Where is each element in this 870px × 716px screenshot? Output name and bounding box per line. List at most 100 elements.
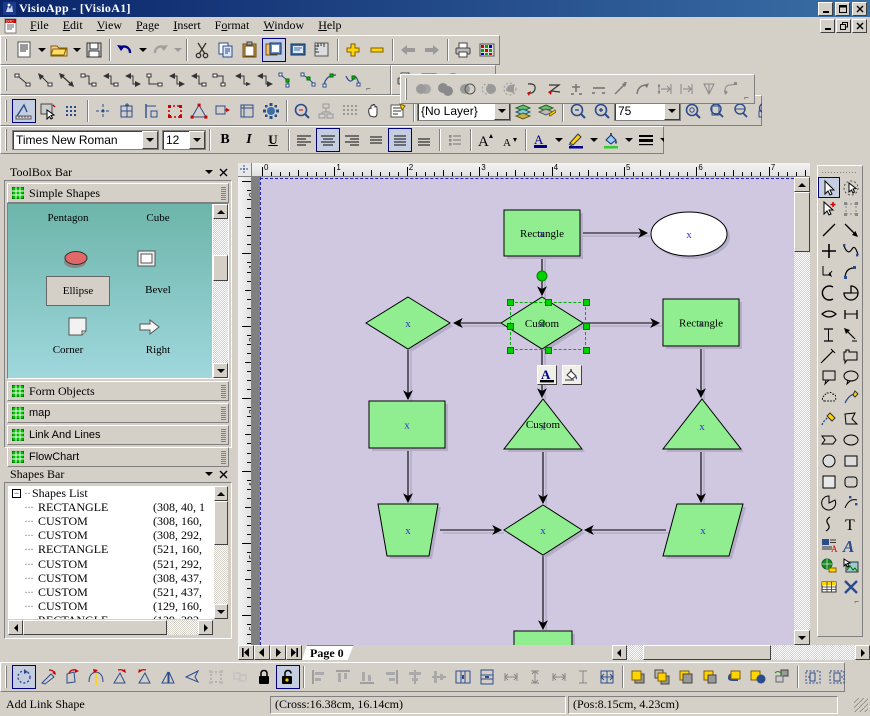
add-plus-icon[interactable] (341, 38, 365, 62)
menu-insert[interactable]: Insert (166, 17, 207, 34)
stencil-label-ellipse[interactable]: Ellipse (46, 276, 110, 306)
font-color-dropdown[interactable] (553, 128, 564, 152)
menu-help[interactable]: Help (311, 17, 348, 34)
group-icon[interactable] (204, 665, 228, 689)
brush-tool-icon[interactable] (818, 408, 840, 429)
bezier-connector-icon[interactable] (276, 68, 298, 92)
resize-handle-w[interactable] (507, 323, 514, 330)
dots-grid-icon[interactable] (60, 99, 84, 123)
remove-minus-icon[interactable] (365, 38, 389, 62)
save-icon[interactable] (82, 38, 106, 62)
shape-rect-right[interactable]: xRectangle (662, 298, 742, 349)
grid-dense-icon[interactable] (338, 99, 362, 123)
rotate-tool-icon[interactable] (840, 177, 862, 198)
paste-icon[interactable] (238, 38, 262, 62)
elbow-connector-icon[interactable] (78, 68, 100, 92)
connection-point[interactable] (536, 270, 548, 282)
space-equal-icon[interactable] (547, 665, 571, 689)
undo-dropdown[interactable] (137, 38, 148, 62)
toolbar-grip[interactable] (3, 69, 10, 91)
print-icon[interactable] (451, 38, 475, 62)
ellipse-tool-icon[interactable] (840, 429, 862, 450)
stencil-canvas[interactable]: Pentagon Cube Ellipse Bevel Corner Right (8, 204, 212, 378)
category-form-objects[interactable]: Form Objects (7, 381, 229, 401)
ole-object-tool-icon[interactable] (818, 555, 840, 576)
resize-grip[interactable] (854, 697, 868, 712)
combine-icon[interactable] (434, 77, 456, 101)
line-connector-up-left-icon[interactable] (34, 68, 56, 92)
fragment-icon[interactable] (500, 77, 522, 101)
increase-font-icon[interactable]: A (474, 128, 498, 152)
fit-left-icon[interactable] (801, 665, 825, 689)
text-format-icon[interactable]: A (537, 365, 557, 385)
polygon-tool-icon[interactable] (840, 408, 862, 429)
shape-diamond-left[interactable]: x (365, 296, 453, 352)
spline-connector-icon[interactable] (298, 68, 320, 92)
join-icon[interactable] (566, 77, 588, 101)
bring-forward-icon[interactable] (650, 665, 674, 689)
horizontal-ruler[interactable]: 0 1 2 3 4 5 6 7 (252, 163, 810, 177)
extend-icon[interactable] (610, 77, 632, 101)
rotate-right-icon[interactable] (36, 665, 60, 689)
line-tool-icon[interactable] (818, 219, 840, 240)
decrease-font-icon[interactable]: A (498, 128, 522, 152)
rounded-rect-tool-icon[interactable] (840, 471, 862, 492)
toolbar-grip[interactable] (3, 129, 10, 151)
reverse-icon[interactable] (698, 77, 720, 101)
send-back-icon[interactable] (698, 665, 722, 689)
callout-box-tool-icon[interactable] (840, 345, 862, 366)
category-simple-shapes[interactable]: Simple Shapes (7, 183, 229, 203)
dimension-v-tool-icon[interactable] (818, 324, 840, 345)
scroll-up-button[interactable] (213, 204, 228, 219)
stencil-vertical-scrollbar[interactable] (212, 204, 228, 378)
bold-button[interactable]: B (213, 128, 237, 152)
elbow-double-arrow-icon[interactable] (122, 68, 144, 92)
fill-format-icon[interactable] (562, 365, 582, 385)
tree-row[interactable]: ··· CUSTOM (308, 292, (8, 528, 213, 543)
tree-root[interactable]: − ·· Shapes List (8, 486, 213, 500)
underline-button[interactable]: U (261, 128, 285, 152)
connection-point-tool-icon[interactable] (840, 198, 862, 219)
back-arrow-icon[interactable] (396, 38, 420, 62)
tree-row[interactable]: ··· CUSTOM (521, 292, (8, 557, 213, 571)
distribute-2-icon[interactable] (676, 77, 698, 101)
callout-rect-tool-icon[interactable] (818, 366, 840, 387)
pie-tool-icon[interactable] (840, 282, 862, 303)
font-color-icon[interactable]: A (529, 128, 553, 152)
shape-diamond-bottom[interactable]: x (503, 504, 585, 558)
unlock-icon[interactable] (276, 665, 300, 689)
redo-dropdown[interactable] (172, 38, 183, 62)
scroll-thumb[interactable] (214, 501, 228, 545)
snap-guide-icon[interactable] (139, 99, 163, 123)
pie-slice-tool-icon[interactable] (818, 492, 840, 513)
distribute-right-icon[interactable] (499, 665, 523, 689)
arc-tool-icon[interactable] (818, 282, 840, 303)
banner-tool-icon[interactable] (818, 429, 840, 450)
scroll-down-button[interactable] (213, 363, 228, 378)
ungroup-icon[interactable] (228, 665, 252, 689)
shape-triangle-center[interactable]: xCustom (502, 398, 585, 452)
menu-edit[interactable]: Edit (56, 17, 90, 34)
line-color-dropdown[interactable] (588, 128, 599, 152)
align-right-edges-icon[interactable] (379, 665, 403, 689)
curve-connector-icon[interactable] (342, 68, 364, 92)
snap-selection-icon[interactable] (163, 99, 187, 123)
corner-shape-icon[interactable] (67, 316, 89, 341)
square-shadow-tool-icon[interactable] (840, 450, 862, 471)
shape-ellipse-top[interactable]: x (650, 211, 730, 259)
align-center-h-icon[interactable] (403, 665, 427, 689)
tree-row[interactable]: ··· CUSTOM (521, 437, (8, 585, 213, 599)
align-left-edges-icon[interactable] (307, 665, 331, 689)
scroll-down-button[interactable] (214, 604, 228, 619)
union-icon[interactable] (412, 77, 434, 101)
italic-button[interactable]: I (237, 128, 261, 152)
arc-connector-icon[interactable] (320, 68, 342, 92)
flip-vertical-icon[interactable] (108, 665, 132, 689)
vertical-ruler[interactable]: 0123456 (238, 177, 252, 645)
flip-icon[interactable] (84, 665, 108, 689)
shape-rect-top[interactable]: xRectangle (503, 209, 583, 259)
elbow-double-curve-icon[interactable] (254, 68, 276, 92)
resize-handle-sw[interactable] (507, 347, 514, 354)
cut-icon[interactable] (190, 38, 214, 62)
space-across-icon[interactable] (523, 665, 547, 689)
